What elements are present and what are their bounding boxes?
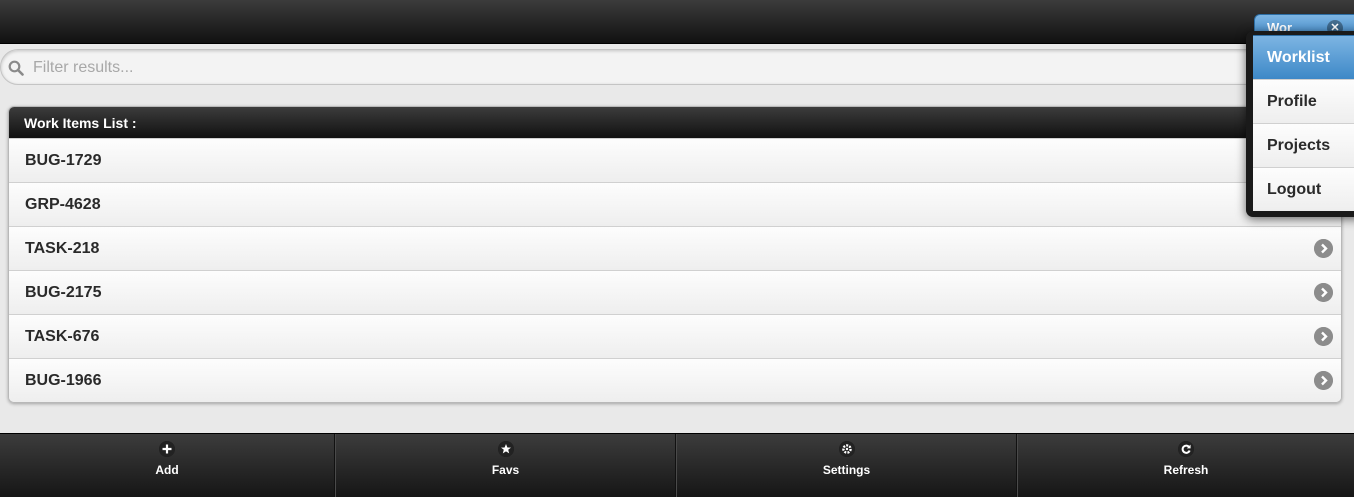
list-item[interactable]: BUG-1966 (9, 358, 1341, 402)
add-button[interactable]: Add (0, 434, 335, 497)
plus-icon (159, 441, 175, 457)
search-bar (0, 49, 1270, 85)
list-item-label: BUG-1966 (25, 372, 102, 389)
menu-item-label: Profile (1267, 93, 1317, 110)
menu-item-worklist[interactable]: Worklist (1253, 35, 1354, 79)
list-item-label: BUG-1729 (25, 152, 102, 169)
menu-item-projects[interactable]: Projects (1253, 123, 1354, 167)
gear-icon (838, 441, 855, 457)
arrow-right-icon (1314, 371, 1333, 390)
refresh-icon (1178, 441, 1194, 457)
search-icon (8, 60, 24, 76)
list-divider: Work Items List : (9, 107, 1341, 138)
list-item[interactable]: TASK-218 (9, 226, 1341, 270)
settings-button[interactable]: Settings (676, 434, 1017, 497)
search-input[interactable] (31, 56, 1231, 80)
arrow-right-icon (1314, 283, 1333, 302)
menu-item-profile[interactable]: Profile (1253, 79, 1354, 123)
list-item-label: TASK-676 (25, 328, 100, 345)
arrow-right-icon (1314, 327, 1333, 346)
menu-item-logout[interactable]: Logout (1253, 167, 1354, 211)
header-bar: Wor ✕ (0, 0, 1354, 44)
list-item[interactable]: BUG-2175 (9, 270, 1341, 314)
favs-button[interactable]: Favs (335, 434, 676, 497)
bottom-navbar: Add Favs Settings Refresh (0, 433, 1354, 497)
nav-label: Refresh (1163, 463, 1209, 477)
nav-label: Favs (491, 463, 520, 477)
nav-label: Settings (822, 463, 871, 477)
star-icon (497, 441, 514, 457)
menu-item-label: Worklist (1267, 49, 1330, 66)
menu-item-label: Projects (1267, 137, 1331, 154)
refresh-button[interactable]: Refresh (1017, 434, 1354, 497)
arrow-right-icon (1314, 239, 1333, 258)
work-items-list: Work Items List : BUG-1729 GRP-4628 TASK… (8, 106, 1342, 403)
nav-popup-menu: Worklist Profile Projects Logout (1246, 31, 1354, 217)
nav-label: Add (155, 463, 179, 477)
list-item[interactable]: GRP-4628 (9, 182, 1341, 226)
menu-item-label: Logout (1267, 181, 1322, 198)
list-item-label: TASK-218 (25, 240, 100, 257)
list-item-label: GRP-4628 (25, 196, 101, 213)
list-item[interactable]: BUG-1729 (9, 138, 1341, 182)
list-item-label: BUG-2175 (25, 284, 102, 301)
list-item[interactable]: TASK-676 (9, 314, 1341, 358)
